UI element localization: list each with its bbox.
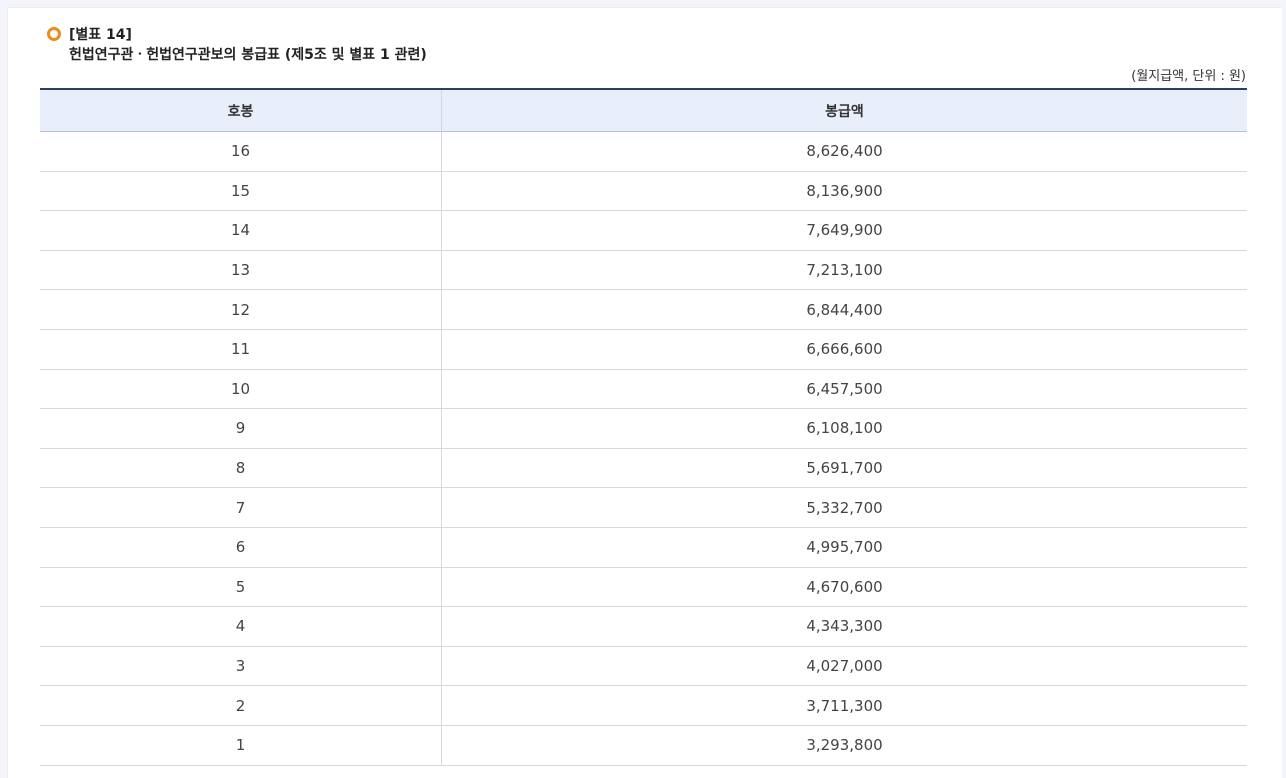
amount-cell: 6,666,600	[441, 329, 1247, 370]
step-cell: 14	[40, 210, 442, 251]
table-row: 7 5,332,700	[40, 487, 1247, 528]
table-title: 헌법연구관ㆍ헌법연구관보의 봉급표 (제5조 및 별표 1 관련)	[69, 47, 427, 63]
table-row: 5 4,670,600	[40, 567, 1247, 608]
amount-cell: 6,457,500	[441, 369, 1247, 410]
amount-cell: 6,108,100	[441, 408, 1247, 449]
amount-cell: 4,995,700	[441, 527, 1247, 568]
amount-cell: 8,626,400	[441, 131, 1247, 172]
amount-cell: 4,343,300	[441, 606, 1247, 647]
step-cell: 9	[40, 408, 442, 449]
table-row: 11 6,666,600	[40, 329, 1247, 370]
header-step: 호봉	[40, 89, 442, 132]
amount-cell: 3,293,800	[441, 725, 1247, 766]
step-cell: 11	[40, 329, 442, 370]
table-row: 15 8,136,900	[40, 171, 1247, 212]
step-cell: 4	[40, 606, 442, 647]
table-row: 8 5,691,700	[40, 448, 1247, 489]
amount-cell: 4,670,600	[441, 567, 1247, 608]
table-row: 3 4,027,000	[40, 646, 1247, 687]
step-cell: 7	[40, 487, 442, 528]
step-cell: 6	[40, 527, 442, 568]
table-row: 9 6,108,100	[40, 408, 1247, 449]
amount-cell: 7,213,100	[441, 250, 1247, 291]
table-row: 14 7,649,900	[40, 210, 1247, 251]
amount-cell: 5,332,700	[441, 487, 1247, 528]
amount-cell: 8,136,900	[441, 171, 1247, 212]
step-cell: 10	[40, 369, 442, 410]
step-cell: 13	[40, 250, 442, 291]
table-row: 1 3,293,800	[40, 725, 1247, 766]
table-row: 2 3,711,300	[40, 685, 1247, 726]
amount-cell: 3,711,300	[441, 685, 1247, 726]
appendix-label: [별표 14]	[69, 27, 132, 43]
amount-cell: 6,844,400	[441, 289, 1247, 330]
step-cell: 16	[40, 131, 442, 172]
amount-cell: 5,691,700	[441, 448, 1247, 489]
step-cell: 8	[40, 448, 442, 489]
step-cell: 1	[40, 725, 442, 766]
step-cell: 2	[40, 685, 442, 726]
table-row: 4 4,343,300	[40, 606, 1247, 647]
salary-table: 호봉 봉급액 16 8,626,400 15 8,136,900 14 7,64…	[40, 88, 1247, 766]
step-cell: 12	[40, 289, 442, 330]
header-amount: 봉급액	[441, 89, 1247, 132]
step-cell: 5	[40, 567, 442, 608]
step-cell: 15	[40, 171, 442, 212]
table-header-row: 호봉 봉급액	[40, 89, 1247, 132]
step-cell: 3	[40, 646, 442, 687]
amount-cell: 7,649,900	[441, 210, 1247, 251]
table-row: 12 6,844,400	[40, 289, 1247, 330]
table-row: 16 8,626,400	[40, 131, 1247, 172]
circle-bullet-icon	[47, 27, 61, 41]
table-row: 6 4,995,700	[40, 527, 1247, 568]
table-row: 13 7,213,100	[40, 250, 1247, 291]
table-row: 10 6,457,500	[40, 369, 1247, 410]
unit-note: (월지급액, 단위 : 원)	[1131, 69, 1246, 84]
amount-cell: 4,027,000	[441, 646, 1247, 687]
